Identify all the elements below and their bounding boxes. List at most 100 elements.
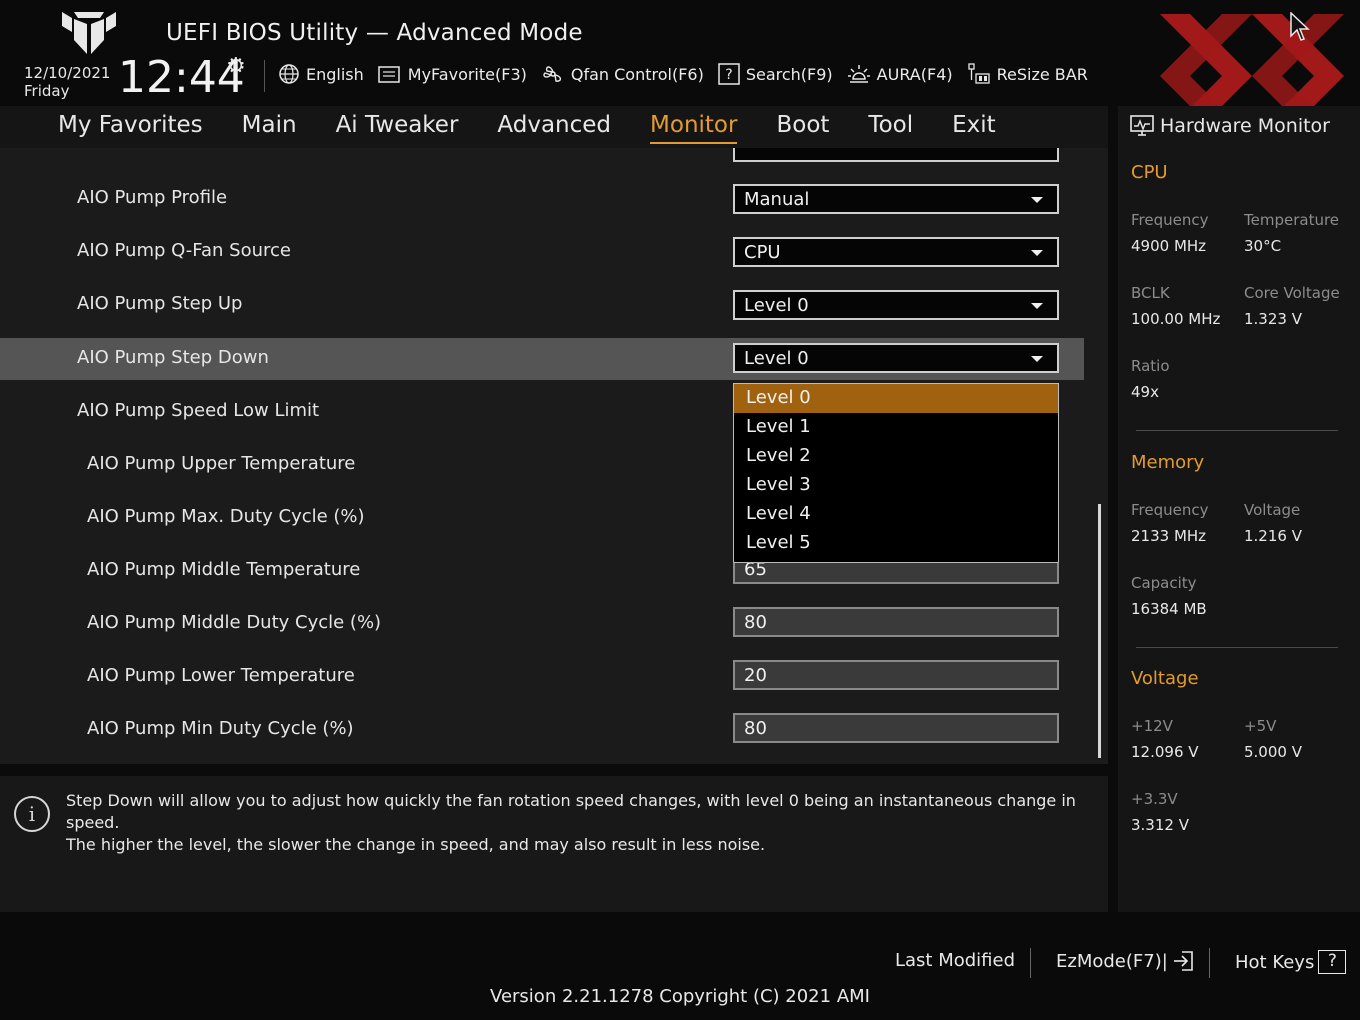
qfan-control-button[interactable]: Qfan Control(F6) [541, 62, 704, 86]
hw-label: Temperature [1244, 211, 1340, 229]
setting-label: AIO Pump Upper Temperature [87, 453, 356, 474]
step-down-select[interactable]: Level 0 [733, 343, 1059, 373]
help-text: Step Down will allow you to adjust how q… [66, 790, 1096, 856]
select-value: CPU [744, 242, 781, 263]
hw-value: 1.216 V [1244, 527, 1302, 545]
step-up-select[interactable]: Level 0 [733, 290, 1059, 320]
date-display[interactable]: 12/10/2021 Friday [24, 64, 110, 100]
clock-settings-gear-icon[interactable]: ⚙ [226, 54, 246, 79]
min-duty-cycle-input[interactable]: 80 [733, 713, 1059, 743]
setting-label: AIO Pump Speed Low Limit [77, 400, 320, 421]
setting-label: AIO Pump Profile [77, 187, 228, 208]
hw-label: +5V [1244, 717, 1277, 735]
hw-memory-heading: Memory [1131, 452, 1205, 473]
hardware-monitor-title: Hardware Monitor [1130, 114, 1330, 138]
version-text: Version 2.21.1278 Copyright (C) 2021 AMI [490, 986, 870, 1007]
footer-bar: Last Modified EzMode(F7)| Hot Keys ? Ver… [0, 912, 1360, 1020]
myfavorite-label: MyFavorite(F3) [407, 64, 527, 84]
chevron-down-icon [1031, 356, 1043, 362]
dropdown-option[interactable]: Level 4 [734, 500, 1058, 529]
aura-button[interactable]: AURA(F4) [847, 62, 953, 86]
select-value: Level 0 [744, 295, 809, 316]
dropdown-option[interactable]: Level 5 [734, 529, 1058, 558]
fan-icon [543, 66, 561, 82]
hw-value: 30°C [1244, 237, 1282, 255]
hw-label: Frequency [1131, 211, 1209, 229]
setting-row[interactable]: AIO Pump Profile Manual [0, 178, 1084, 220]
search-help-icon: ? [718, 63, 740, 85]
hw-divider [1136, 647, 1338, 648]
search-button[interactable]: ? Search(F9) [718, 62, 833, 86]
setting-row[interactable]: AIO Pump Step Up Level 0 [0, 284, 1084, 326]
scrolled-off-select[interactable] [733, 148, 1059, 162]
hw-label: Core Voltage [1244, 284, 1340, 302]
pump-profile-select[interactable]: Manual [733, 184, 1059, 214]
tab-boot[interactable]: Boot [776, 106, 848, 148]
app-title: UEFI BIOS Utility — Advanced Mode [166, 20, 583, 46]
dropdown-option[interactable]: Level 1 [734, 413, 1058, 442]
qfan-label: Qfan Control(F6) [570, 64, 704, 84]
day-text: Friday [24, 82, 70, 100]
hw-value: 5.000 V [1244, 743, 1302, 761]
setting-row-selected[interactable]: AIO Pump Step Down Level 0 [0, 338, 1084, 380]
help-line: The higher the level, the slower the cha… [66, 835, 766, 854]
ezmode-button[interactable]: EzMode(F7)| [1056, 950, 1196, 972]
footer-divider [1209, 948, 1210, 978]
tuf-logo-icon [62, 12, 116, 54]
dropdown-option[interactable]: Level 3 [734, 471, 1058, 500]
hot-keys-button[interactable]: Hot Keys ? [1235, 950, 1347, 974]
select-value: Level 0 [744, 348, 809, 369]
hw-value: 1.323 V [1244, 310, 1302, 328]
qfan-source-select[interactable]: CPU [733, 237, 1059, 267]
help-panel: i Step Down will allow you to adjust how… [0, 776, 1108, 912]
setting-row[interactable]: AIO Pump Min Duty Cycle (%) 80 [0, 709, 1084, 751]
step-down-dropdown-menu: Level 0 Level 1 Level 2 Level 3 Level 4 … [733, 383, 1059, 563]
resize-bar-label: ReSize BAR [996, 64, 1088, 84]
last-modified-label: Last Modified [895, 950, 1016, 971]
tab-ai-tweaker[interactable]: Ai Tweaker [336, 106, 478, 148]
favorite-list-icon [378, 66, 400, 83]
hw-label: BCLK [1131, 284, 1170, 302]
tab-main[interactable]: Main [242, 106, 316, 148]
footer-divider [1030, 948, 1031, 978]
globe-icon [279, 64, 299, 84]
tab-tool[interactable]: Tool [868, 106, 932, 148]
hw-value: 12.096 V [1131, 743, 1199, 761]
aura-light-icon [847, 65, 870, 83]
hw-label: Frequency [1131, 501, 1209, 519]
setting-row[interactable]: AIO Pump Lower Temperature 20 [0, 656, 1084, 698]
ezmode-label: EzMode(F7)| [1056, 950, 1168, 972]
myfavorite-button[interactable]: MyFavorite(F3) [378, 62, 527, 86]
tab-my-favorites[interactable]: My Favorites [58, 106, 222, 148]
setting-label: AIO Pump Min Duty Cycle (%) [87, 718, 354, 739]
hw-value: 4900 MHz [1131, 237, 1207, 255]
monitor-icon [1130, 115, 1154, 136]
date-text: 12/10/2021 [24, 64, 111, 82]
input-value: 80 [744, 612, 767, 633]
tab-exit[interactable]: Exit [952, 106, 1015, 148]
hw-label: +12V [1131, 717, 1173, 735]
resize-bar-icon [967, 63, 990, 84]
tab-advanced[interactable]: Advanced [497, 106, 630, 148]
last-modified-button[interactable]: Last Modified [895, 950, 1015, 971]
dropdown-option[interactable]: Level 2 [734, 442, 1058, 471]
header-divider [264, 60, 265, 92]
dropdown-option[interactable]: Level 0 [734, 384, 1058, 413]
resize-bar-button[interactable]: ReSize BAR [967, 62, 1088, 86]
hw-value: 49x [1131, 383, 1159, 401]
chevron-down-icon [1031, 303, 1043, 309]
hot-keys-label: Hot Keys [1235, 951, 1315, 973]
help-line: Step Down will allow you to adjust how q… [66, 791, 1076, 832]
setting-row[interactable]: AIO Pump Q-Fan Source CPU [0, 231, 1084, 273]
hw-label: Capacity [1131, 574, 1197, 592]
language-button[interactable]: English [278, 62, 364, 86]
search-label: Search(F9) [745, 64, 833, 84]
settings-scrollbar[interactable] [1098, 504, 1101, 758]
hw-label: Voltage [1244, 501, 1301, 519]
hw-value: 3.312 V [1131, 816, 1189, 834]
hw-label: +3.3V [1131, 790, 1178, 808]
setting-row[interactable]: AIO Pump Middle Duty Cycle (%) 80 [0, 603, 1084, 645]
lower-temperature-input[interactable]: 20 [733, 660, 1059, 690]
middle-duty-cycle-input[interactable]: 80 [733, 607, 1059, 637]
tab-monitor[interactable]: Monitor [650, 106, 756, 148]
